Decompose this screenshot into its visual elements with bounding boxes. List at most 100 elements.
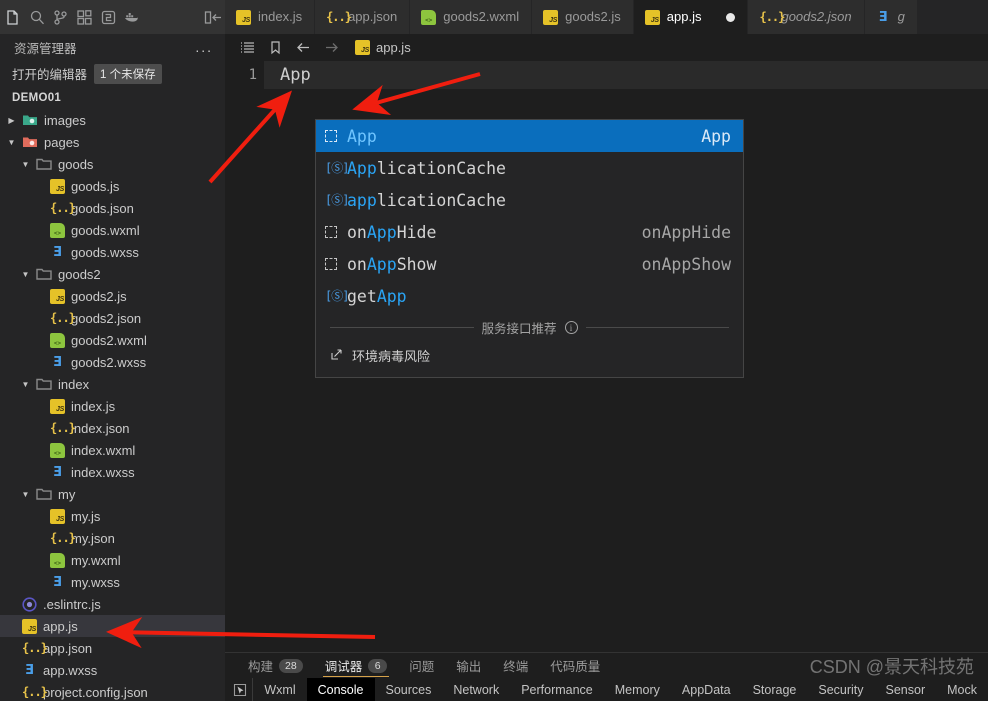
- tree-row-goods2-json[interactable]: {..} goods2.json: [0, 307, 225, 329]
- tree-row-goods-wxml[interactable]: goods.wxml: [0, 219, 225, 241]
- tree-row-my-js[interactable]: JS my.js: [0, 505, 225, 527]
- editor-tab-index-js[interactable]: JS index.js: [225, 0, 316, 34]
- devtools-tab-mock[interactable]: Mock: [936, 678, 988, 701]
- info-icon[interactable]: i: [564, 321, 578, 334]
- editor-tab-app-json[interactable]: {..} app.json: [315, 0, 411, 34]
- code-editor[interactable]: 1 App App App [Ⓢ] ApplicationCache [Ⓢ] applic…: [225, 61, 988, 652]
- tree-row-project-config-json[interactable]: {..} project.config.json: [0, 681, 225, 701]
- wxml-file-icon: [421, 9, 437, 25]
- devtools-tab-network[interactable]: Network: [442, 678, 510, 701]
- tree-row--eslintrc-js[interactable]: .eslintrc.js: [0, 593, 225, 615]
- panel-tab-label: 调试器: [324, 660, 363, 674]
- editor-tab-goods2-json[interactable]: {..} goods2.json: [748, 0, 865, 34]
- tree-row-index-wxml[interactable]: index.wxml: [0, 439, 225, 461]
- tree-row-my[interactable]: ▼ my: [0, 483, 225, 505]
- tree-row-goods-wxss[interactable]: Ǝgoods.wxss: [0, 241, 225, 263]
- extensions-icon[interactable]: [73, 0, 97, 34]
- tree-row-goods[interactable]: ▼ goods: [0, 153, 225, 175]
- chevron-down-icon[interactable]: ▼: [20, 490, 31, 499]
- autocomplete-popup[interactable]: App App [Ⓢ] ApplicationCache [Ⓢ] applicationC…: [315, 119, 744, 378]
- external-link-icon: [330, 348, 343, 364]
- tree-row-goods2-wxml[interactable]: goods2.wxml: [0, 329, 225, 351]
- devtools-tab-appdata[interactable]: AppData: [671, 678, 742, 701]
- panel-tab-2[interactable]: 问题: [398, 653, 445, 678]
- open-editors-section[interactable]: 打开的编辑器 1 个未保存: [0, 60, 225, 87]
- panel-tab-4[interactable]: 终端: [492, 653, 539, 678]
- tree-row-index-wxss[interactable]: Ǝindex.wxss: [0, 461, 225, 483]
- tree-row-my-wxml[interactable]: my.wxml: [0, 549, 225, 571]
- source-control-icon[interactable]: [49, 0, 73, 34]
- unsaved-indicator-dot[interactable]: [726, 12, 736, 22]
- tree-row-index-json[interactable]: {..} index.json: [0, 417, 225, 439]
- suggestion-separator: 服务接口推荐 i: [316, 312, 743, 340]
- editor-tab-g[interactable]: Ǝg: [864, 0, 918, 34]
- snippet-icon: [325, 130, 347, 142]
- chevron-down-icon[interactable]: ▼: [20, 380, 31, 389]
- suggestion-item-applicationCache[interactable]: [Ⓢ] applicationCache: [316, 184, 743, 216]
- folder-images-icon: [22, 112, 38, 128]
- suggestion-item-onAppHide[interactable]: onAppHide onAppHide: [316, 216, 743, 248]
- tree-row-images[interactable]: ▶ images: [0, 109, 225, 131]
- suggestion-item-onAppShow[interactable]: onAppShow onAppShow: [316, 248, 743, 280]
- tree-row-app-wxss[interactable]: Ǝapp.wxss: [0, 659, 225, 681]
- chevron-down-icon[interactable]: ▼: [20, 270, 31, 279]
- forward-arrow-icon[interactable]: [317, 34, 345, 61]
- service-recommendation-item[interactable]: 环境病毒风险: [316, 340, 743, 377]
- editor-tab-goods2-wxml[interactable]: goods2.wxml: [410, 0, 533, 34]
- service-recommendation-label: 环境病毒风险: [352, 349, 431, 364]
- tree-row-my-json[interactable]: {..} my.json: [0, 527, 225, 549]
- wxml-file-icon: [50, 332, 65, 348]
- outline-icon[interactable]: [233, 34, 261, 61]
- wxml-file-icon: [50, 442, 65, 458]
- current-line-highlight: [225, 61, 988, 89]
- wxss-file-icon: Ǝ: [53, 354, 62, 370]
- wxml-file-icon: [50, 222, 65, 238]
- back-arrow-icon[interactable]: [289, 34, 317, 61]
- tree-row-app-json[interactable]: {..} app.json: [0, 637, 225, 659]
- tree-row-app-js[interactable]: JS app.js: [0, 615, 225, 637]
- docker-icon[interactable]: [120, 0, 144, 34]
- tree-row-goods-js[interactable]: JS goods.js: [0, 175, 225, 197]
- inspect-element-icon[interactable]: [227, 678, 254, 701]
- chevron-right-icon[interactable]: ▶: [6, 116, 17, 125]
- files-explorer-icon[interactable]: [2, 0, 26, 34]
- suggestion-item-App[interactable]: App App: [316, 120, 743, 152]
- tree-row-goods2-js[interactable]: JS goods2.js: [0, 285, 225, 307]
- panel-tab-5[interactable]: 代码质量: [539, 653, 611, 678]
- devtools-tab-wxml[interactable]: Wxml: [253, 678, 306, 701]
- bookmark-icon[interactable]: [261, 34, 289, 61]
- panel-tab-0[interactable]: 构建 28: [237, 653, 314, 678]
- bottom-panel: 构建 28 调试器 6 问题 输出 终端 代码质量 Wxml Console Sources Net…: [225, 652, 988, 701]
- toggle-panel-icon[interactable]: [201, 0, 225, 34]
- run-debug-icon[interactable]: [96, 0, 120, 34]
- chevron-down-icon[interactable]: ▼: [20, 160, 31, 169]
- suggestion-item-getApp[interactable]: [Ⓢ] getApp: [316, 280, 743, 312]
- tree-row-pages[interactable]: ▼ pages: [0, 131, 225, 153]
- explorer-more-actions-button[interactable]: ...: [195, 39, 213, 55]
- devtools-tab-storage[interactable]: Storage: [742, 678, 808, 701]
- chevron-down-icon[interactable]: ▼: [6, 138, 17, 147]
- editor-tab-goods2-js[interactable]: JS goods2.js: [532, 0, 634, 34]
- devtools-tab-security[interactable]: Security: [807, 678, 874, 701]
- tree-row-index[interactable]: ▼ index: [0, 373, 225, 395]
- tree-row-index-js[interactable]: JS index.js: [0, 395, 225, 417]
- search-icon[interactable]: [26, 0, 50, 34]
- json-file-icon: {..}: [50, 420, 76, 435]
- devtools-tab-sensor[interactable]: Sensor: [875, 678, 937, 701]
- snippet-icon: [325, 226, 347, 238]
- tree-row-goods2[interactable]: ▼ goods2: [0, 263, 225, 285]
- breadcrumb-file[interactable]: JS app.js: [355, 40, 411, 55]
- project-root-row[interactable]: DEMO01: [0, 87, 225, 109]
- panel-tab-1[interactable]: 调试器 6: [314, 653, 399, 678]
- devtools-tab-console[interactable]: Console: [306, 678, 375, 701]
- panel-tab-3[interactable]: 输出: [445, 653, 492, 678]
- tree-row-my-wxss[interactable]: Ǝmy.wxss: [0, 571, 225, 593]
- devtools-tab-memory[interactable]: Memory: [604, 678, 671, 701]
- devtools-tab-sources[interactable]: Sources: [375, 678, 443, 701]
- tree-row-goods-json[interactable]: {..} goods.json: [0, 197, 225, 219]
- suggestion-item-ApplicationCache[interactable]: [Ⓢ] ApplicationCache: [316, 152, 743, 184]
- tree-row-label: .eslintrc.js: [43, 596, 101, 612]
- editor-tab-app-js[interactable]: JS app.js: [633, 0, 749, 34]
- devtools-tab-performance[interactable]: Performance: [510, 678, 604, 701]
- tree-row-goods2-wxss[interactable]: Ǝgoods2.wxss: [0, 351, 225, 373]
